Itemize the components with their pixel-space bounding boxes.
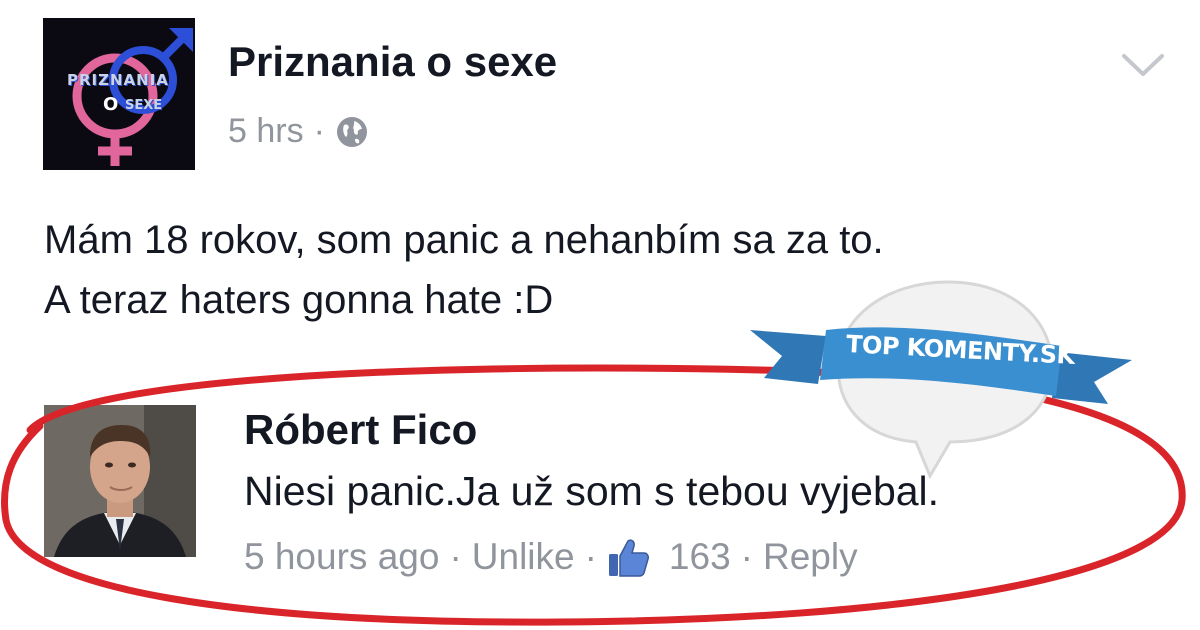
comment-text: Niesi panic.Ja už som s tebou vyjebal.	[244, 468, 940, 514]
post-text-line: A teraz haters gonna hate :D	[44, 278, 554, 322]
gender-symbols-logo	[72, 28, 193, 166]
unlike-button[interactable]: Unlike	[472, 536, 575, 578]
comment-author-name[interactable]: Róbert Fico	[244, 406, 477, 454]
post-meta: 5 hrs ·	[228, 112, 369, 151]
action-separator: ·	[584, 536, 597, 577]
like-count[interactable]: 163	[669, 536, 731, 578]
post-timestamp[interactable]: 5 hrs	[228, 112, 304, 151]
reply-button[interactable]: Reply	[763, 536, 858, 578]
chevron-down-icon[interactable]	[1120, 50, 1166, 80]
avatar-logo-text: PRIZNANIA	[67, 71, 169, 89]
avatar-logo-text: SEXE	[125, 98, 163, 113]
meta-separator: ·	[313, 112, 325, 150]
page-name-link[interactable]: Priznania o sexe	[228, 38, 557, 86]
like-thumb-icon[interactable]	[607, 536, 649, 578]
action-separator: ·	[449, 536, 462, 577]
comment-timestamp[interactable]: 5 hours ago	[244, 536, 439, 578]
person-photo	[44, 405, 196, 557]
post-text-line: Mám 18 rokov, som panic a nehanbím sa za…	[44, 218, 884, 262]
facebook-post-screenshot: PRIZNANIA O SEXE Priznania o sexe 5 hrs …	[0, 0, 1200, 630]
page-avatar[interactable]: PRIZNANIA O SEXE	[43, 18, 195, 170]
comment-actions: 5 hours ago · Unlike · 163 · Reply	[244, 536, 858, 578]
action-separator: ·	[740, 536, 753, 577]
globe-icon[interactable]	[335, 115, 369, 149]
watermark-label: TOP KOMENTY.SK	[845, 330, 1076, 370]
comment-author-avatar[interactable]	[44, 405, 196, 557]
avatar-logo-text: O	[103, 94, 119, 115]
post-text: Mám 18 rokov, som panic a nehanbím sa za…	[44, 210, 1174, 330]
